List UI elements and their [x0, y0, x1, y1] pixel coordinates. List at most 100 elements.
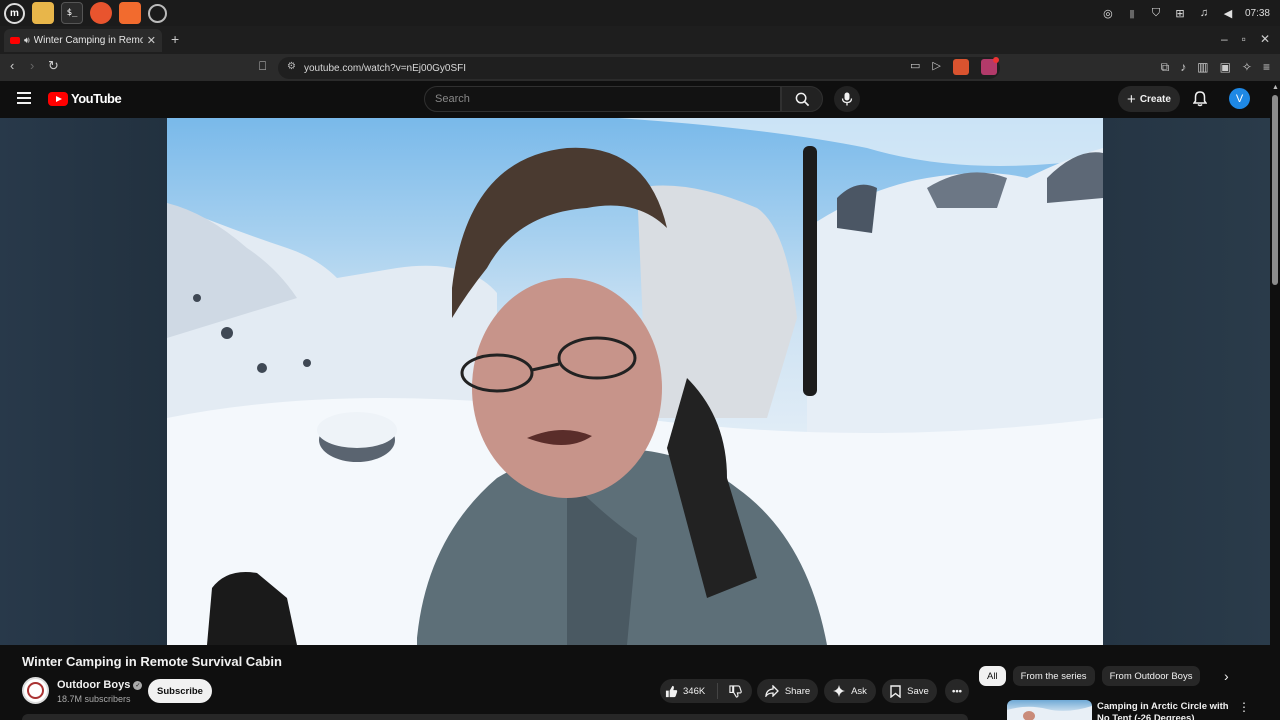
youtube-play-icon [48, 91, 68, 106]
toggle-icon[interactable]: ▮ [1125, 6, 1139, 20]
more-horizontal-icon: ••• [952, 685, 962, 697]
recommendation-thumbnail-image [1007, 706, 1092, 720]
more-actions-button[interactable]: ••• [945, 679, 969, 703]
thumbs-up-icon [665, 685, 678, 697]
guide-menu-icon[interactable] [17, 92, 31, 104]
recommendation-title[interactable]: Camping in Arctic Circle with No Tent (-… [1097, 701, 1237, 720]
media-icon[interactable]: ♪ [1180, 60, 1186, 75]
site-settings-icon[interactable]: ⚙︎ [287, 61, 296, 72]
video-player[interactable] [167, 118, 1103, 645]
description-box[interactable] [22, 714, 968, 720]
like-dislike-group: 346K [660, 679, 752, 703]
forward-icon[interactable]: › [30, 58, 34, 73]
url-bar[interactable]: ⚙︎ youtube.com/watch?v=nEj00Gy0SFI [278, 57, 1000, 79]
chrome-icon[interactable] [148, 3, 167, 23]
scroll-up-icon[interactable]: ▲ [1272, 84, 1279, 91]
ask-label: Ask [851, 685, 867, 697]
sparkle-icon [833, 685, 846, 697]
reload-icon[interactable]: ↻ [48, 58, 59, 74]
network-icon[interactable]: ⊞ [1173, 6, 1187, 20]
subscriber-count: 18.7M subscribers [57, 694, 131, 704]
os-taskbar: m $_ ◎ ▮ ⛉ ⊞ ♫ ◀ 07:38 [0, 0, 1280, 26]
new-tab-icon[interactable]: + [171, 31, 179, 47]
address-toolbar: ‹ › ↻ ⎕ ⚙︎ youtube.com/watch?v=nEj00Gy0S… [0, 54, 1280, 81]
save-label: Save [907, 685, 929, 697]
create-button[interactable]: + Create [1118, 86, 1180, 112]
search-input[interactable]: Search [424, 86, 781, 112]
menu-icon[interactable]: ≡ [1263, 60, 1270, 75]
notifications-button[interactable] [1192, 91, 1208, 112]
os-menu-icon[interactable]: m [4, 2, 25, 24]
clock[interactable]: 07:38 [1245, 8, 1270, 19]
channel-name-link[interactable]: Outdoor Boys ✓ [57, 679, 143, 691]
channel-avatar[interactable] [22, 677, 49, 704]
sidebar-icon[interactable]: ▥ [1197, 60, 1208, 75]
video-frame-image [167, 118, 1103, 645]
subscribe-button[interactable]: Subscribe [148, 679, 212, 703]
firefox-icon[interactable] [90, 2, 112, 24]
brave-shields-icon[interactable] [952, 59, 969, 75]
leo-icon[interactable]: ✧ [1242, 60, 1252, 75]
send-icon[interactable]: ▷ [932, 59, 940, 75]
close-window-icon[interactable]: ✕ [1260, 32, 1270, 46]
chip-from-the-series[interactable]: From the series [1012, 666, 1095, 686]
dislike-button[interactable] [718, 684, 752, 698]
account-avatar[interactable]: V [1229, 88, 1250, 109]
tab-title: Winter Camping in Remot [33, 35, 143, 46]
create-label: Create [1139, 93, 1171, 105]
scrollbar-thumb[interactable] [1272, 95, 1278, 285]
share-label: Share [784, 685, 811, 697]
brave-icon[interactable] [119, 2, 141, 24]
wallet-icon[interactable]: ▣ [1220, 60, 1231, 75]
video-title: Winter Camping in Remote Survival Cabin [22, 654, 282, 669]
more-vertical-icon[interactable]: ⋮ [1238, 700, 1250, 714]
bell-icon [1192, 91, 1208, 107]
search-button[interactable] [781, 86, 823, 112]
page-scrollbar[interactable]: ▲ [1270, 81, 1280, 720]
bookmark-icon[interactable]: ⎕ [259, 59, 266, 74]
browser-tab-strip: 🔊︎ Winter Camping in Remot ✕ + – ▫ ✕ [0, 26, 1280, 54]
maximize-icon[interactable]: ▫ [1242, 32, 1246, 46]
audio-playing-icon[interactable]: 🔊︎ [24, 35, 30, 46]
save-button[interactable]: Save [882, 679, 937, 703]
share-button[interactable]: Share [757, 679, 818, 703]
youtube-masthead: YouTube Search + Create V [0, 81, 1270, 118]
search-icon [795, 92, 809, 106]
chip-all[interactable]: All [979, 666, 1006, 686]
tab-youtube[interactable]: 🔊︎ Winter Camping in Remot ✕ [4, 29, 162, 52]
terminal-icon[interactable]: $_ [61, 2, 83, 24]
tab-close-icon[interactable]: ✕ [147, 34, 156, 47]
like-button[interactable]: 346K [660, 683, 718, 699]
updates-icon[interactable]: ◎ [1101, 6, 1115, 20]
brave-rewards-icon[interactable] [980, 57, 999, 75]
url-text: youtube.com/watch?v=nEj00Gy0SFI [304, 62, 467, 74]
related-filter-chips: All From the series From Outdoor Boys [979, 666, 1201, 686]
screenshot-icon[interactable]: ⧉ [1161, 60, 1170, 75]
chips-next-icon[interactable]: › [1224, 668, 1229, 684]
channel-name: Outdoor Boys [57, 679, 131, 691]
search-placeholder: Search [435, 93, 470, 105]
back-icon[interactable]: ‹ [10, 58, 14, 73]
youtube-logo[interactable]: YouTube [48, 91, 122, 106]
cast-icon[interactable]: ▭ [910, 59, 920, 75]
minimize-icon[interactable]: – [1221, 32, 1228, 46]
youtube-favicon-icon [10, 37, 20, 44]
like-count: 346K [683, 685, 706, 697]
volume-icon[interactable]: ◀ [1221, 6, 1235, 20]
bookmark-save-icon [890, 684, 901, 698]
logo-text: YouTube [71, 91, 122, 106]
microphone-icon [841, 92, 853, 106]
chip-from-outdoor-boys[interactable]: From Outdoor Boys [1101, 666, 1201, 686]
plus-icon: + [1127, 90, 1136, 108]
music-icon[interactable]: ♫ [1197, 6, 1211, 20]
video-player-area [0, 118, 1270, 645]
share-icon [765, 685, 779, 697]
files-icon[interactable] [32, 2, 54, 24]
recommendation-thumbnail[interactable] [1007, 700, 1092, 720]
shield-icon[interactable]: ⛉ [1149, 6, 1163, 20]
voice-search-button[interactable] [834, 86, 860, 112]
ask-button[interactable]: Ask [824, 679, 876, 703]
verified-badge-icon: ✓ [133, 680, 143, 690]
thumbs-down-icon [728, 684, 742, 698]
channel-logo-icon [27, 682, 44, 699]
